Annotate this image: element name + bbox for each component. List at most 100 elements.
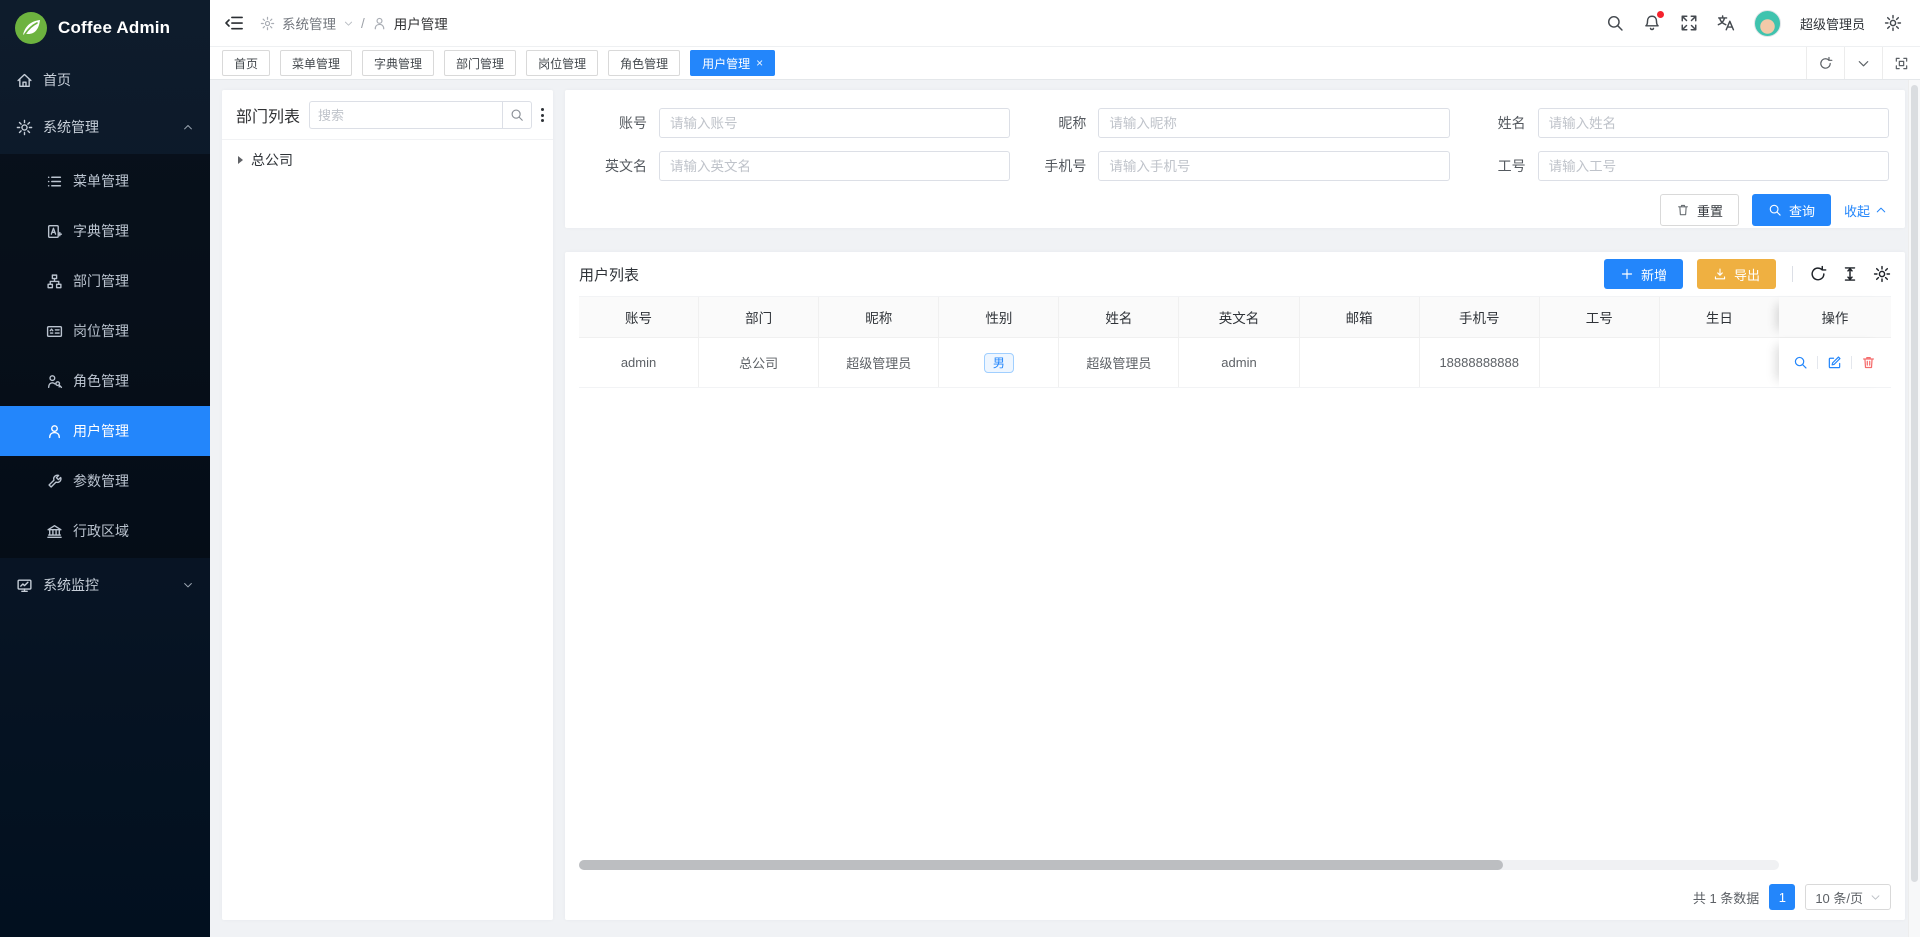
nickname-input[interactable] [1098,108,1449,138]
horizontal-scrollbar-thumb[interactable] [579,860,1503,870]
tab-label: 首页 [234,55,258,72]
sidebar-item-user-mgmt[interactable]: 用户管理 [0,406,210,456]
tab-label: 字典管理 [374,55,422,72]
chevron-down-icon [1870,892,1881,903]
settings-gear-icon[interactable] [1884,14,1902,32]
notification-dot [1657,11,1664,18]
field-nickname: 昵称 [1010,108,1449,138]
sidebar-item-param-mgmt[interactable]: 参数管理 [0,456,210,506]
tree-caret-icon[interactable] [238,156,243,164]
trash-icon [1676,203,1690,217]
column-settings-gear-icon[interactable] [1873,265,1891,283]
sidebar-item-label: 角色管理 [73,371,129,391]
tab-post-mgmt[interactable]: 岗位管理 [526,50,598,76]
dept-search-button[interactable] [502,101,532,129]
delete-icon[interactable] [1861,355,1876,370]
sidebar-submenu-system: 菜单管理 字典管理 部门管理 岗位管理 角色管理 [0,154,210,558]
account-input[interactable] [659,108,1010,138]
page-number-button[interactable]: 1 [1769,884,1795,910]
dept-tree-node-root[interactable]: 总公司 [222,140,553,170]
table-header-row: 账号 部门 昵称 性别 姓名 英文名 邮箱 手机号 工号 生日 操作 [579,297,1891,338]
tab-dept-mgmt[interactable]: 部门管理 [444,50,516,76]
job-no-input[interactable] [1538,151,1889,181]
name-input[interactable] [1538,108,1889,138]
table-row: admin 总公司 超级管理员 男 超级管理员 admin 1888888888… [579,338,1891,388]
cell-gender: 男 [938,338,1058,387]
dept-search [309,101,532,129]
chevron-down-icon[interactable] [343,18,354,29]
sidebar-group-monitor[interactable]: 系统监控 [0,565,210,605]
dept-search-input[interactable] [309,101,502,129]
export-button[interactable]: 导出 [1697,259,1776,289]
edit-icon[interactable] [1827,355,1842,370]
sidebar-item-label: 字典管理 [73,221,129,241]
account-label: 账号 [571,113,659,133]
query-button[interactable]: 查询 [1752,194,1831,226]
search-icon [1768,203,1782,217]
page-size-select[interactable]: 10 条/页 [1805,884,1891,910]
sidebar-item-post-mgmt[interactable]: 岗位管理 [0,306,210,356]
sidebar-group-system[interactable]: 系统管理 [0,107,210,147]
tab-label: 角色管理 [620,55,668,72]
username-label[interactable]: 超级管理员 [1800,14,1865,33]
sidebar-item-home[interactable]: 首页 [0,60,210,100]
phone-input[interactable] [1098,151,1449,181]
tab-menu-mgmt[interactable]: 菜单管理 [280,50,352,76]
sidebar-collapse-icon[interactable] [224,13,244,33]
user-table: 账号 部门 昵称 性别 姓名 英文名 邮箱 手机号 工号 生日 操作 [579,296,1891,388]
collapse-form-link[interactable]: 收起 [1844,201,1887,220]
cell-birthday [1659,338,1779,387]
nickname-label: 昵称 [1010,113,1098,133]
tabbar: 首页 菜单管理 字典管理 部门管理 岗位管理 角色管理 用户管理 × [210,47,1920,80]
role-key-icon [46,373,63,390]
tab-dict-mgmt[interactable]: 字典管理 [362,50,434,76]
tab-label: 岗位管理 [538,55,586,72]
sidebar-item-dict-mgmt[interactable]: 字典管理 [0,206,210,256]
sidebar-item-label: 菜单管理 [73,171,129,191]
en-name-input[interactable] [659,151,1010,181]
cell-en-name: admin [1178,338,1298,387]
content: 部门列表 总公司 账号 [210,80,1920,937]
row-height-icon[interactable] [1841,265,1859,283]
sidebar-item-label: 用户管理 [73,421,129,441]
tab-role-mgmt[interactable]: 角色管理 [608,50,680,76]
notification-bell-icon[interactable] [1643,14,1661,32]
search-icon[interactable] [1606,14,1624,32]
home-icon [16,72,33,89]
sidebar-item-menu-mgmt[interactable]: 菜单管理 [0,156,210,206]
sidebar-item-region-mgmt[interactable]: 行政区域 [0,506,210,556]
add-button[interactable]: 新增 [1604,259,1683,289]
tab-label: 用户管理 [702,55,750,72]
sidebar-item-label: 岗位管理 [73,321,129,341]
en-name-label: 英文名 [571,156,659,176]
app: Coffee Admin 首页 系统管理 菜单管理 字典管理 [0,0,1920,937]
page-scrollbar-thumb[interactable] [1911,85,1918,882]
fullscreen-icon[interactable] [1680,14,1698,32]
reset-button[interactable]: 重置 [1660,194,1739,226]
kebab-menu-icon[interactable] [541,104,544,126]
action-divider [1817,356,1818,369]
field-account: 账号 [571,108,1010,138]
user-avatar[interactable] [1754,10,1781,37]
chevron-down-icon[interactable] [1844,47,1882,79]
main-area: 系统管理 / 用户管理 超级管理员 首页 菜单管理 字典管理 部门管理 岗 [210,0,1920,937]
tab-home[interactable]: 首页 [222,50,270,76]
sidebar-item-role-mgmt[interactable]: 角色管理 [0,356,210,406]
monitor-icon [16,577,33,594]
translate-icon[interactable] [1717,14,1735,32]
pagination-total: 共 1 条数据 [1693,888,1759,907]
sidebar-item-dept-mgmt[interactable]: 部门管理 [0,256,210,306]
breadcrumb-level1[interactable]: 系统管理 [282,13,336,33]
cell-dept: 总公司 [698,338,818,387]
tab-user-mgmt-active[interactable]: 用户管理 × [690,50,775,76]
refresh-icon[interactable] [1809,265,1827,283]
tab-label: 菜单管理 [292,55,340,72]
form-actions: 重置 查询 收起 [571,194,1889,226]
view-icon[interactable] [1793,355,1808,370]
maximize-icon[interactable] [1882,47,1920,79]
search-form-card: 账号 昵称 姓名 英文名 [565,90,1905,228]
refresh-icon[interactable] [1806,47,1844,79]
gear-icon [16,119,33,136]
tab-close-icon[interactable]: × [756,57,763,69]
sidebar-group-label: 系统监控 [43,575,99,595]
